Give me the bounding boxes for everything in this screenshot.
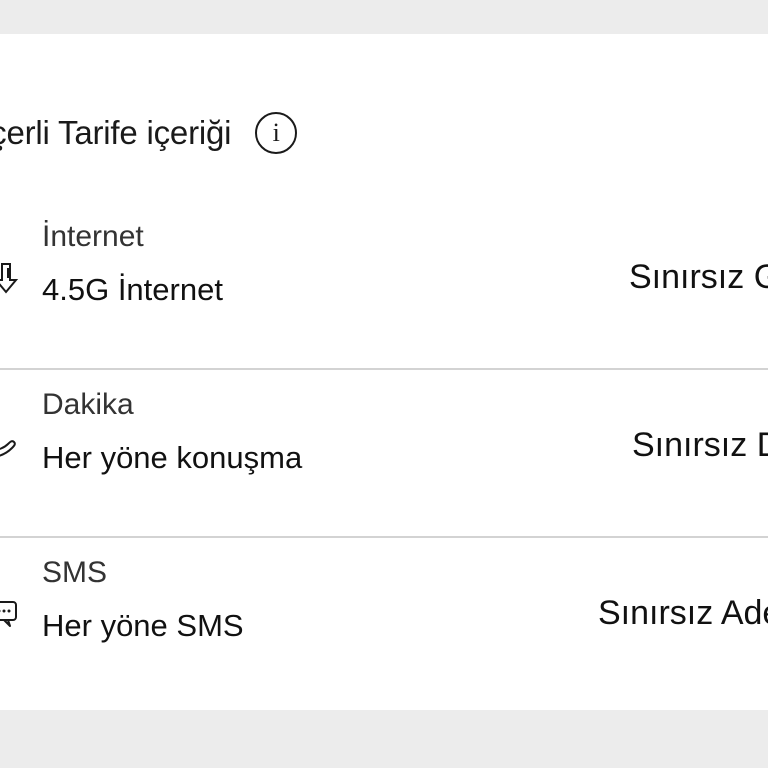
top-background-strip (0, 0, 768, 34)
item-label: Dakika (42, 388, 134, 421)
item-label: SMS (42, 556, 108, 589)
section-title: eçerli Tarife içeriği (0, 114, 232, 151)
item-value: Sınırsız D (632, 426, 768, 464)
info-glyph: i (272, 118, 280, 147)
item-label: İnternet (42, 220, 144, 253)
data-download-icon (0, 263, 19, 294)
bottom-background-strip (0, 710, 768, 768)
item-description: 4.5G İnternet (42, 272, 223, 307)
item-value: Sınırsız G (629, 258, 768, 296)
list-item-minutes: Dakika Her yöne konuşma Sınırsız D (0, 370, 768, 538)
phone-icon (0, 440, 16, 457)
chat-bubbles-icon (0, 601, 17, 627)
item-description: Her yöne SMS (42, 608, 244, 643)
list-item-sms: SMS Her yöne SMS Sınırsız Ade (0, 538, 768, 706)
info-icon[interactable]: i (255, 112, 298, 154)
tariff-content-card: eçerli Tarife içeriği i İnternet 4.5G İn… (0, 34, 768, 710)
item-description: Her yöne konuşma (42, 440, 303, 475)
item-value: Sınırsız Ade (598, 594, 768, 632)
list-item-internet: İnternet 4.5G İnternet Sınırsız G (0, 202, 768, 370)
section-header: eçerli Tarife içeriği i (0, 108, 298, 158)
